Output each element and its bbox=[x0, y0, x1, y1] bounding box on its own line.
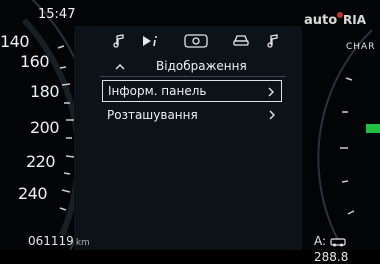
music-note-icon[interactable] bbox=[110, 30, 128, 52]
range-value: 288.8 bbox=[314, 250, 349, 264]
odometer: 061119 km bbox=[28, 234, 90, 248]
music-note-icon[interactable] bbox=[264, 30, 282, 52]
speed-tick-label: 200 bbox=[30, 118, 60, 137]
fuel-pump-icon bbox=[330, 236, 346, 250]
speed-tick-label: 180 bbox=[30, 82, 60, 101]
chevron-right-icon bbox=[268, 104, 276, 126]
menu-item-layout[interactable]: Розташування bbox=[102, 104, 282, 126]
gauge-label: CHAR bbox=[346, 42, 376, 52]
speed-tick-label: 140 bbox=[0, 32, 30, 51]
clock-time: 15:47 bbox=[38, 7, 76, 22]
play-info-icon[interactable] bbox=[140, 30, 162, 52]
svg-text:auto: auto bbox=[304, 13, 337, 28]
menu-item-label: Інформ. панель bbox=[108, 84, 207, 98]
menu-item-info-panel[interactable]: Інформ. панель bbox=[102, 80, 282, 102]
speed-tick-label: 240 bbox=[18, 184, 48, 203]
svg-text:RIA: RIA bbox=[343, 13, 367, 27]
odometer-value: 061119 bbox=[28, 234, 74, 248]
odometer-unit: km bbox=[75, 238, 90, 248]
divider bbox=[100, 76, 286, 77]
chevron-right-icon bbox=[267, 81, 275, 103]
menu-item-label: Розташування bbox=[107, 108, 198, 122]
menu-title: Відображення bbox=[156, 59, 247, 73]
menu-tab-bar bbox=[104, 30, 294, 52]
range-prefix: A: bbox=[314, 234, 327, 248]
instrument-cluster: 140 160 180 200 220 240 15:47 Відображен… bbox=[0, 0, 380, 264]
charge-indicator bbox=[366, 124, 380, 133]
power-gauge-arc bbox=[317, 29, 380, 241]
speed-tick-label: 220 bbox=[26, 152, 56, 171]
camera-icon[interactable] bbox=[182, 30, 210, 52]
car-icon[interactable] bbox=[230, 30, 252, 52]
watermark-logo: auto RIA bbox=[302, 6, 376, 32]
speed-tick-label: 160 bbox=[20, 52, 50, 71]
menu-header: Відображення bbox=[102, 59, 292, 75]
range-readout: A: 288.8 bbox=[314, 234, 380, 264]
